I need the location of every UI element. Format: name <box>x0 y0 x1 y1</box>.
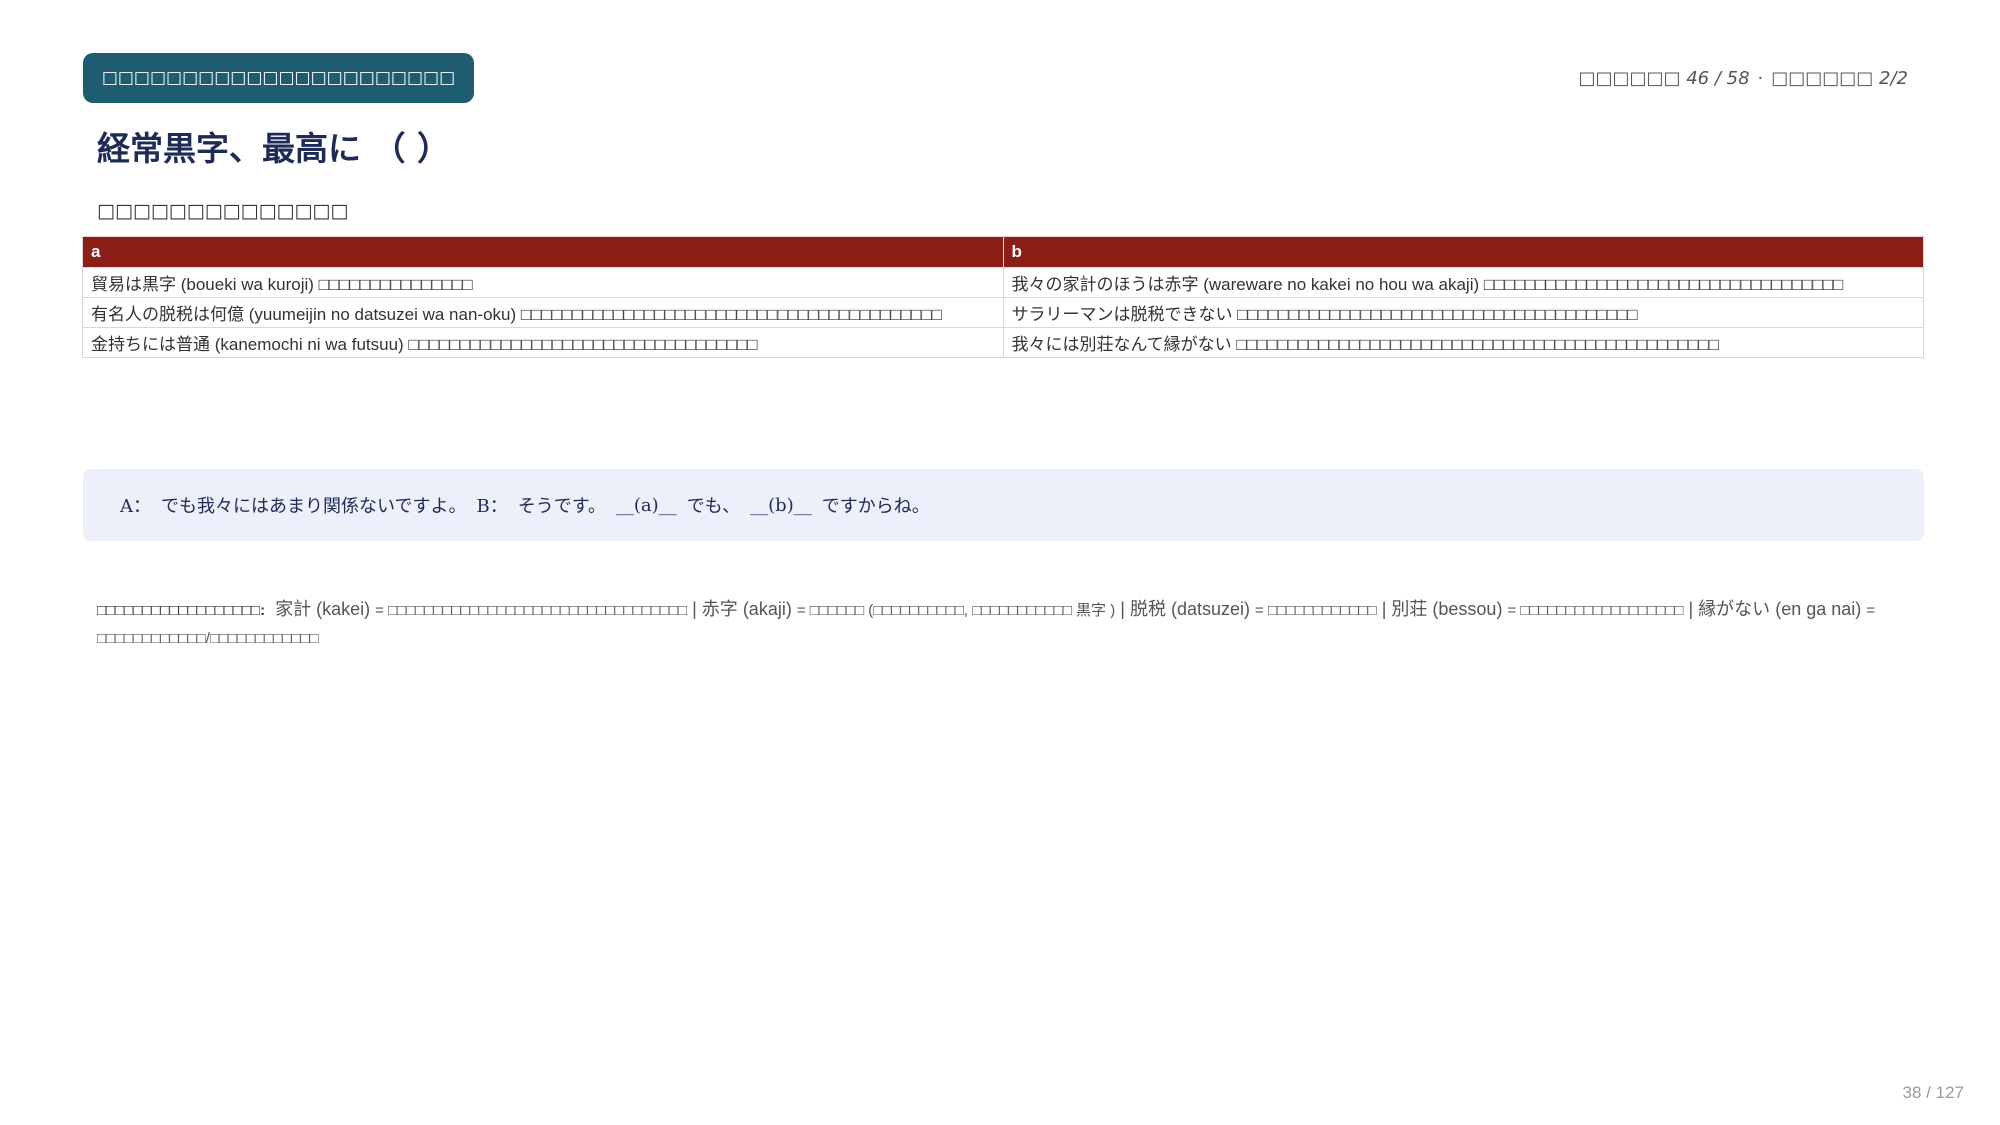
speaker-a-label: A： <box>120 496 151 517</box>
vocabulary-notes: □□□□□□□□□□□□□□□□□□: 家計 (kakei) = □□□□□□□… <box>97 596 1897 652</box>
table-row: 貿易は黒字 (boueki wa kuroji) □□□□□□□□□□□□□□□… <box>82 267 1924 298</box>
vocab-entry: 別荘 (bessou) = □□□□□□□□□□□□□□□□□□ <box>1391 599 1683 619</box>
table-header-row: a b <box>82 236 1924 268</box>
option-a-2[interactable]: 有名人の脱税は何億 (yuumeijin no datsuzei wa nan-… <box>82 297 1004 328</box>
vocab-entry: 赤字 (akaji) = □□□□□□ (□□□□□□□□□□, □□□□□□□… <box>702 599 1115 619</box>
vocab-term: 縁がない <box>1698 599 1771 619</box>
option-b-2[interactable]: サラリーマンは脱税できない □□□□□□□□□□□□□□□□□□□□□□□□□□… <box>1002 297 1924 328</box>
speaker-a-text: でも我々にはあまり関係ないですよ。 <box>161 496 467 517</box>
speaker-b-label: B： <box>476 496 508 517</box>
option-a-1[interactable]: 貿易は黒字 (boueki wa kuroji) □□□□□□□□□□□□□□□ <box>82 267 1004 298</box>
vocab-term: 脱税 <box>1129 599 1166 619</box>
vocab-reading: (datsuzei) <box>1170 599 1250 619</box>
options-section-label: □□□□□□□□□□□□□□ <box>97 200 349 222</box>
question-title: 経常黒字、最高に （ ） <box>97 129 450 168</box>
table-row: 有名人の脱税は何億 (yuumeijin no datsuzei wa nan-… <box>82 297 1924 328</box>
blank-a: __(a)__ <box>615 494 677 516</box>
vocab-entry: 家計 (kakei) = □□□□□□□□□□□□□□□□□□□□□□□□□□□… <box>270 599 687 619</box>
part-progress: □□□□□□ 2/2 <box>1771 68 1908 89</box>
options-table: a b 貿易は黒字 (boueki wa kuroji) □□□□□□□□□□□… <box>82 236 1924 358</box>
vocab-term: 家計 <box>275 599 312 619</box>
section-header-pill: □□□□□□□□□□□□□□□□□□□□□□ <box>83 53 474 103</box>
progress-indicator: □□□□□□ 46 / 58 · □□□□□□ 2/2 <box>1578 68 1908 89</box>
vocab-reading: (en ga nai) <box>1775 599 1862 619</box>
dialogue-box: A： でも我々にはあまり関係ないですよ。 B： そうです。 __(a)__ でも… <box>83 469 1924 541</box>
column-header-a: a <box>82 236 1004 268</box>
progress-separator: · <box>1757 68 1764 89</box>
vocab-term: 赤字 <box>701 599 738 619</box>
vocab-definition: = □□□□□□ (□□□□□□□□□□, □□□□□□□□□□□ 黒字 ) <box>796 602 1116 619</box>
page-number: 38 / 127 <box>1902 1083 1964 1102</box>
question-progress: □□□□□□ 46 / 58 <box>1578 68 1750 89</box>
vocab-term: 別荘 <box>1391 599 1428 619</box>
vocab-definition: = □□□□□□□□□□□□□□□□□□ <box>1507 602 1684 619</box>
vocab-separator: | <box>1381 599 1387 619</box>
vocab-separator: | <box>1120 599 1125 619</box>
dialogue-middle: でも、 <box>686 496 741 517</box>
dialogue-end: ですからね。 <box>821 496 930 517</box>
blank-b: __(b)__ <box>750 494 812 516</box>
option-b-1[interactable]: 我々の家計のほうは赤字 (wareware no kakei no hou wa… <box>1002 267 1924 298</box>
option-b-3[interactable]: 我々には別荘なんて縁がない □□□□□□□□□□□□□□□□□□□□□□□□□□… <box>1002 327 1924 358</box>
vocab-entry: 脱税 (datsuzei) = □□□□□□□□□□□□ <box>1130 599 1377 619</box>
option-a-3[interactable]: 金持ちには普通 (kanemochi ni wa futsuu) □□□□□□□… <box>82 327 1004 358</box>
vocab-definition: = □□□□□□□□□□□□□□□□□□□□□□□□□□□□□□□□□ <box>375 602 688 619</box>
vocab-reading: (bessou) <box>1432 599 1503 619</box>
vocab-separator: | <box>692 599 697 619</box>
speaker-b-text: そうです。 <box>517 496 606 517</box>
vocab-separator: | <box>1688 599 1694 619</box>
vocab-definition: = □□□□□□□□□□□□ <box>1255 602 1377 619</box>
vocab-reading: (kakei) <box>316 599 371 619</box>
vocab-reading: (akaji) <box>742 599 792 619</box>
column-header-b: b <box>1002 236 1924 268</box>
table-row: 金持ちには普通 (kanemochi ni wa futsuu) □□□□□□□… <box>82 327 1924 358</box>
vocab-heading: □□□□□□□□□□□□□□□□□□: <box>97 602 266 619</box>
